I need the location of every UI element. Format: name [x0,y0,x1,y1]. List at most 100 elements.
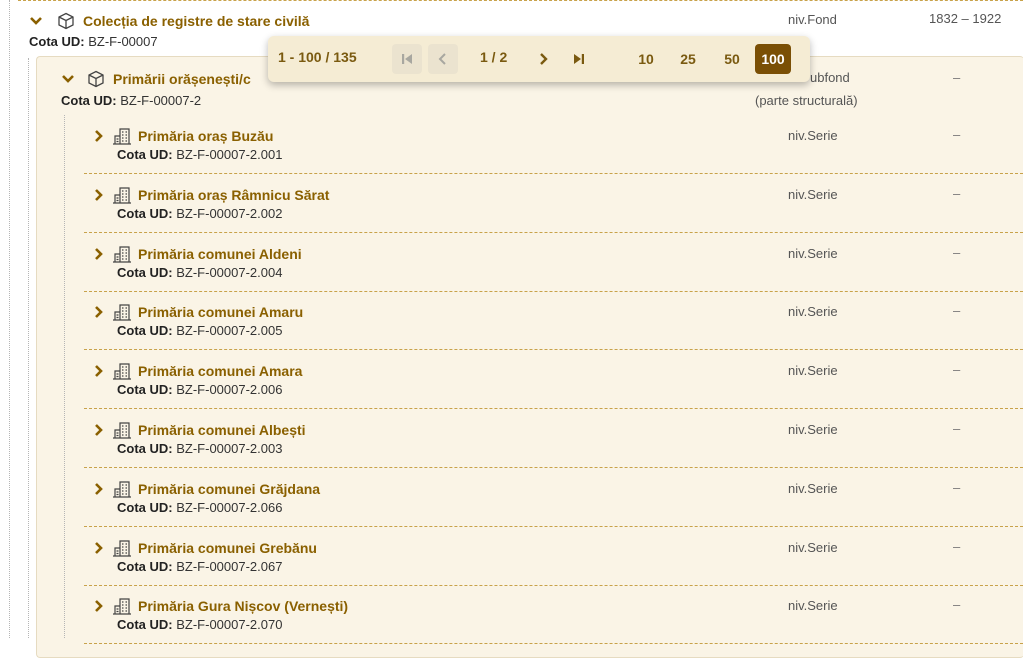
box-icon [87,70,105,88]
series-cota: Cota UD: BZ-F-00007-2.066 [117,499,282,516]
series-title[interactable]: Primăria comunei Albești [138,421,306,439]
date-range: – [953,538,961,554]
series-row: Primăria comunei Grebănu Cota UD: BZ-F-00… [84,527,1023,586]
series-title[interactable]: Primăria Gura Nișcov (Vernești) [138,597,348,615]
series-title[interactable]: Primăria comunei Aldeni [138,245,302,263]
series-cota: Cota UD: BZ-F-00007-2.067 [117,558,282,575]
page-size-10[interactable]: 10 [632,44,660,74]
cota-label: Cota UD: [117,441,173,456]
date-range: – [953,244,961,260]
chevron-down-icon[interactable] [29,14,43,28]
series-cota: Cota UD: BZ-F-00007-2.070 [117,616,282,633]
cota-value: BZ-F-00007-2.070 [176,617,283,633]
level-label: niv.Serie [788,363,838,379]
cota-label: Cota UD: [117,147,173,162]
level-label: niv.Serie [788,245,838,261]
cota-value: BZ-F-00007-2.004 [176,264,283,280]
fond-cota: Cota UD: BZ-F-00007 [29,33,158,50]
building-icon [112,186,132,204]
date-range: – [953,303,961,319]
series-title[interactable]: Primăria comunei Grebănu [138,539,317,557]
page-size-100[interactable]: 100 [755,44,791,74]
level-label: niv.Serie [788,480,838,496]
level-label: niv.Serie [788,539,838,555]
series-title[interactable]: Primăria comunei Amaru [138,303,303,321]
last-page-icon [574,54,584,64]
subfond-cota: Cota UD: BZ-F-00007-2 [61,92,201,109]
series-row: Primăria oraș Buzău Cota UD: BZ-F-00007-2… [84,115,1023,174]
series-cota: Cota UD: BZ-F-00007-2.003 [117,440,282,457]
series-title[interactable]: Primăria comunei Grăjdana [138,480,320,498]
building-icon [112,362,132,380]
date-range: – [953,70,961,85]
cota-label: Cota UD: [117,264,173,280]
page-indicator: 1 / 2 [480,49,508,65]
page-size-25[interactable]: 25 [674,44,702,74]
chevron-right-icon[interactable] [92,599,106,613]
series-title[interactable]: Primăria comunei Amara [138,362,302,380]
level-label: niv.Serie [788,128,838,143]
tree-guide-line [64,115,65,638]
level-label: niv.Serie [788,304,838,320]
last-page-button[interactable] [564,44,594,74]
building-icon [112,127,132,145]
chevron-right-icon[interactable] [92,541,106,555]
cota-label: Cota UD: [117,617,173,633]
series-title[interactable]: Primăria oraș Buzău [138,127,273,145]
date-range: – [953,185,961,201]
box-icon [57,12,75,30]
cota-value: BZ-F-00007-2.067 [176,558,283,574]
chevron-right-icon[interactable] [92,423,106,437]
cota-value: BZ-F-00007-2.066 [176,499,283,515]
pagination-range: 1 - 100 / 135 [278,49,357,65]
building-icon [112,303,132,321]
first-page-button[interactable] [392,44,422,74]
chevron-down-icon[interactable] [61,72,75,86]
level-label: niv.Serie [788,422,838,437]
chevron-right-icon[interactable] [92,482,106,496]
cota-value: BZ-F-00007-2.003 [176,441,283,456]
level-label: niv.Serie [788,186,838,202]
cota-label: Cota UD: [117,382,173,398]
series-row: Primăria comunei Albești Cota UD: BZ-F-00… [84,409,1023,468]
chevron-right-icon[interactable] [92,247,106,261]
cota-value: BZ-F-00007-2.001 [176,147,283,162]
series-cota: Cota UD: BZ-F-00007-2.005 [117,322,282,339]
tree-guide-line [28,58,29,638]
cota-label: Cota UD: [29,34,85,49]
cota-value: BZ-F-00007-2.006 [176,382,283,398]
cota-value: BZ-F-00007 [88,34,158,49]
tree-guide-line [9,0,10,638]
chevron-right-icon[interactable] [92,305,106,319]
cota-value: BZ-F-00007-2.002 [176,205,283,221]
building-icon [112,597,132,615]
series-title[interactable]: Primăria oraș Râmnicu Sărat [138,186,329,204]
chevron-right-icon[interactable] [92,188,106,202]
building-icon [112,539,132,557]
page-size-50[interactable]: 50 [718,44,746,74]
chevron-right-icon[interactable] [92,129,106,143]
level-note: (parte structurală) [755,93,858,108]
level-label: niv.Fond [788,12,837,27]
series-cota: Cota UD: BZ-F-00007-2.002 [117,205,282,222]
cota-label: Cota UD: [117,499,173,515]
date-range: – [953,479,961,495]
cota-label: Cota UD: [117,205,173,221]
previous-page-button[interactable] [428,44,458,74]
series-cota: Cota UD: BZ-F-00007-2.004 [117,264,282,281]
next-page-button[interactable] [528,44,558,74]
building-icon [112,421,132,439]
fond-title[interactable]: Colecția de registre de stare civilă [83,12,309,30]
chevron-right-icon[interactable] [92,364,106,378]
series-cota: Cota UD: BZ-F-00007-2.006 [117,381,282,398]
series-row: Primăria comunei Amaru Cota UD: BZ-F-0000… [84,291,1023,351]
cota-label: Cota UD: [61,93,117,108]
cota-label: Cota UD: [117,558,173,574]
building-icon [112,480,132,498]
subfond-title[interactable]: Primării orășenești/c [113,70,251,88]
level-label: niv.Serie [788,598,838,614]
cota-label: Cota UD: [117,323,173,339]
series-row: Primăria comunei Amara Cota UD: BZ-F-0000… [84,350,1023,410]
series-row: Primăria Gura Nișcov (Vernești) Cota UD: … [84,585,1023,645]
date-range: 1832 – 1922 [929,11,1002,26]
